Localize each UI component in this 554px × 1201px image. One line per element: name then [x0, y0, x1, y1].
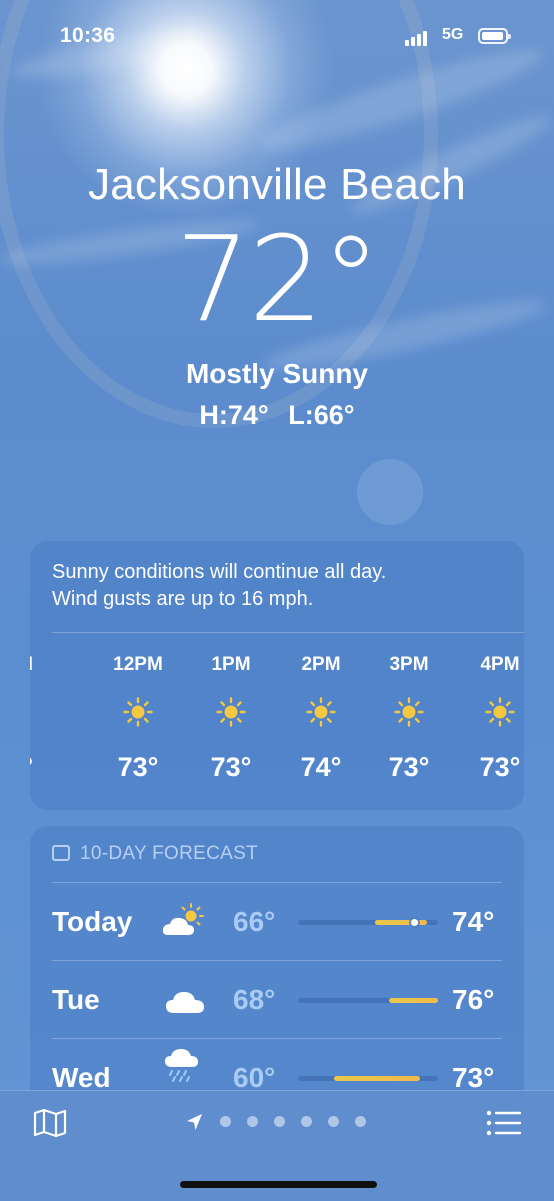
forecast-row[interactable]: Today 66° 74° — [30, 883, 524, 960]
hourly-scroller[interactable]: M ° 12PM 73° 1PM 73° 2PM 74° 3PM 73° 4PM… — [30, 639, 524, 809]
forecast-header: 10-DAY FORECAST — [52, 843, 258, 865]
cloud-icon — [166, 992, 204, 1013]
lens-flare — [357, 459, 423, 525]
low-temp: L:66° — [288, 400, 355, 430]
city-name: Jacksonville Beach — [88, 160, 466, 209]
network-label: 5G — [442, 26, 464, 43]
hour-temp: 73° — [479, 752, 521, 782]
signal-icon — [405, 30, 433, 46]
status-bar: 10:36 5G — [0, 24, 554, 52]
battery-icon — [478, 28, 511, 44]
sun-icon — [123, 697, 153, 727]
forecast-low: 68° — [233, 984, 276, 1015]
page-dot[interactable] — [355, 1116, 366, 1127]
sun-icon — [306, 697, 336, 727]
hour-label: 12PM — [113, 654, 163, 675]
hour-temp: 73° — [117, 752, 159, 782]
forecast-high: 76° — [452, 984, 495, 1015]
hour-label: 1PM — [211, 654, 251, 675]
range-fill — [389, 998, 438, 1003]
page-dot[interactable] — [301, 1116, 312, 1127]
sun-icon — [485, 697, 515, 727]
hour-label: 4PM — [480, 654, 520, 675]
hour-temp: 73° — [388, 752, 430, 782]
rain-icon — [165, 1049, 198, 1082]
page-dot[interactable] — [247, 1116, 258, 1127]
list-icon[interactable] — [486, 1109, 522, 1137]
hour-temp: 73° — [210, 752, 252, 782]
forecast-header-label: 10-DAY FORECAST — [80, 843, 259, 864]
forecast-low: 66° — [233, 906, 276, 937]
page-dot[interactable] — [328, 1116, 339, 1127]
sun-icon — [394, 697, 424, 727]
forecast-day: Tue — [52, 984, 100, 1015]
partly-cloudy-icon — [162, 903, 204, 935]
summary-line: Sunny conditions will continue all day. — [52, 561, 387, 583]
temperature-range-bar — [298, 998, 438, 1003]
range-fill — [334, 1076, 420, 1081]
hourly-summary: Sunny conditions will continue all day. … — [52, 559, 502, 613]
hour-label: M — [30, 654, 33, 676]
location-arrow-icon — [187, 1114, 202, 1130]
calendar-icon — [52, 845, 70, 861]
sun-icon — [216, 697, 246, 727]
hourly-forecast-card[interactable]: Sunny conditions will continue all day. … — [30, 541, 524, 810]
forecast-row[interactable]: Tue 68° 76° — [30, 961, 524, 1038]
high-temp: H:74° — [199, 400, 269, 430]
status-time: 10:36 — [60, 24, 116, 47]
hour-label: 3PM — [389, 654, 429, 675]
page-dot[interactable] — [220, 1116, 231, 1127]
current-temperature: 72° — [175, 210, 380, 348]
temperature-range-bar — [298, 1076, 438, 1081]
range-fill — [375, 920, 427, 925]
hour-label: 2PM — [301, 654, 341, 675]
high-low: H:74° L:66° — [0, 400, 554, 431]
map-icon[interactable] — [33, 1108, 67, 1138]
ten-day-forecast-card[interactable]: 10-DAY FORECAST Today 66° 74° Tue 68° 76… — [30, 826, 524, 1106]
hour-temp: ° — [30, 752, 33, 783]
forecast-high: 74° — [452, 906, 495, 937]
divider — [52, 632, 524, 633]
summary-line: Wind gusts are up to 16 mph. — [52, 588, 314, 610]
forecast-day: Today — [52, 906, 133, 937]
current-condition: Mostly Sunny — [185, 358, 368, 389]
page-dot[interactable] — [274, 1116, 285, 1127]
hour-temp: 74° — [300, 752, 342, 782]
temperature-range-bar — [298, 919, 438, 926]
bottom-toolbar — [0, 1090, 554, 1201]
home-indicator — [180, 1181, 377, 1188]
